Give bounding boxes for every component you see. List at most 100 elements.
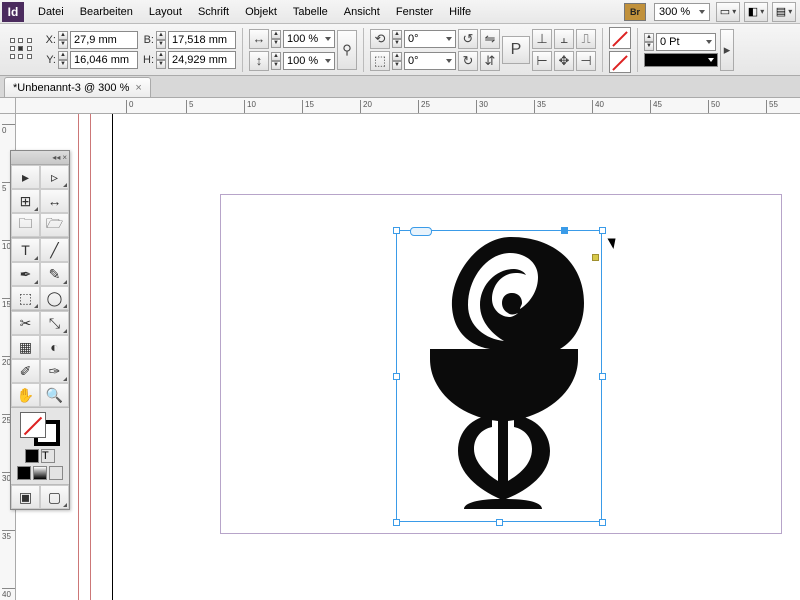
w-spinner[interactable]: ▲▼	[156, 31, 166, 49]
selection-handle[interactable]	[599, 373, 606, 380]
align-5-button[interactable]: ✥	[554, 51, 574, 71]
x-input[interactable]: 27,9 mm	[70, 31, 138, 49]
fill-color-icon[interactable]	[20, 412, 46, 438]
gap-tool[interactable]: ↔	[40, 189, 69, 213]
fill-swatch[interactable]	[609, 27, 631, 49]
line-tool[interactable]: ╱	[40, 238, 69, 262]
tools-panel[interactable]: ◂◂× ▸ ▹ ⊞ ↔ 🗀 🗁 T ╱ ✒ ✎ ⬚ ◯ ✂ ⤡ ▦ ◐ ✐ ✑ …	[10, 150, 70, 510]
zoom-tool[interactable]: 🔍	[40, 383, 69, 407]
selection-tool[interactable]: ▸	[11, 165, 40, 189]
apply-gradient-button[interactable]	[33, 466, 47, 480]
selection-handle[interactable]	[599, 227, 606, 234]
y-input[interactable]: 16,046 mm	[70, 51, 138, 69]
apply-color-button[interactable]	[25, 449, 39, 463]
scale-y-input[interactable]: 100 %	[283, 52, 335, 70]
zoom-level-input[interactable]: 300 %	[654, 3, 710, 21]
guide-line[interactable]	[78, 114, 79, 600]
close-icon[interactable]: ×	[62, 153, 67, 162]
h-spinner[interactable]: ▲▼	[156, 51, 166, 69]
live-corner-handle[interactable]	[592, 254, 599, 261]
direct-selection-tool[interactable]: ▹	[40, 165, 69, 189]
menu-tabelle[interactable]: Tabelle	[285, 0, 336, 24]
controlbar-menu-button[interactable]: ▸	[720, 29, 734, 71]
apply-none-button[interactable]	[49, 466, 63, 480]
selection-handle[interactable]	[393, 227, 400, 234]
gradient-feather-tool[interactable]: ◐	[40, 335, 69, 359]
scissors-tool[interactable]: ✂	[11, 311, 40, 335]
menu-objekt[interactable]: Objekt	[237, 0, 285, 24]
rectangle-frame-tool[interactable]: ⬚	[11, 286, 40, 310]
eyedropper-tool[interactable]: ✑	[40, 359, 69, 383]
free-transform-tool[interactable]: ⤡	[40, 311, 69, 335]
selection-handle[interactable]	[393, 519, 400, 526]
rotate-input[interactable]: 0°	[404, 30, 456, 48]
ruler-corner[interactable]	[0, 98, 16, 114]
stroke-weight-input[interactable]: 0 Pt	[656, 33, 716, 51]
menu-bearbeiten[interactable]: Bearbeiten	[72, 0, 141, 24]
stroke-style-input[interactable]	[644, 53, 718, 67]
selection-handle[interactable]	[561, 227, 568, 234]
gradient-swatch-tool[interactable]: ▦	[11, 335, 40, 359]
shear-input[interactable]: 0°	[404, 52, 456, 70]
bridge-button[interactable]: Br	[624, 3, 646, 21]
flip-v-button[interactable]: ⇵	[480, 51, 500, 71]
align-2-button[interactable]: ⫠	[554, 29, 574, 49]
anchor-badge-icon[interactable]	[410, 227, 432, 236]
h-input[interactable]: 24,929 mm	[168, 51, 236, 69]
rotate-spinner[interactable]: ▲▼	[392, 30, 402, 48]
content-placer-tool[interactable]: 🗁	[40, 213, 69, 237]
horizontal-ruler[interactable]: 0 5 10 15 20 25 30 35 40 45 50 55	[16, 98, 800, 114]
selection-handle[interactable]	[496, 519, 503, 526]
selection-handle[interactable]	[599, 519, 606, 526]
shear-spinner[interactable]: ▲▼	[392, 52, 402, 70]
selection-handle[interactable]	[393, 373, 400, 380]
scale-x-input[interactable]: 100 %	[283, 30, 335, 48]
w-input[interactable]: 17,518 mm	[168, 31, 236, 49]
content-collector-tool[interactable]: 🗀	[11, 213, 40, 237]
document-tab[interactable]: *Unbenannt-3 @ 300 % ×	[4, 77, 151, 97]
align-3-button[interactable]: ⎍	[576, 29, 596, 49]
panel-titlebar[interactable]: ◂◂×	[11, 151, 69, 165]
menu-layout[interactable]: Layout	[141, 0, 190, 24]
type-tool[interactable]: T	[11, 238, 40, 262]
menu-ansicht[interactable]: Ansicht	[336, 0, 388, 24]
pen-tool[interactable]: ✒	[11, 262, 40, 286]
stroke-swatch[interactable]	[609, 51, 631, 73]
stroke-weight-spinner[interactable]: ▲▼	[644, 33, 654, 51]
ellipse-tool[interactable]: ◯	[40, 286, 69, 310]
workspace-button[interactable]: ▤▾	[772, 2, 796, 22]
page-tool[interactable]: ⊞	[11, 189, 40, 213]
scale-x-spinner[interactable]: ▲▼	[271, 30, 281, 48]
x-spinner[interactable]: ▲▼	[58, 31, 68, 49]
apply-black-button[interactable]	[17, 466, 31, 480]
align-4-button[interactable]: ⊢	[532, 51, 552, 71]
arrange-button[interactable]: ◧▾	[744, 2, 768, 22]
note-tool[interactable]: ✐	[11, 359, 40, 383]
menu-fenster[interactable]: Fenster	[388, 0, 441, 24]
rotate-cw-button[interactable]: ↻	[458, 51, 478, 71]
view-mode-preview[interactable]: ▢	[40, 485, 69, 509]
align-1-button[interactable]: ⊥	[532, 29, 552, 49]
align-6-button[interactable]: ⊣	[576, 51, 596, 71]
collapse-icon[interactable]: ◂◂	[52, 153, 60, 162]
screen-mode-button[interactable]: ▭▾	[716, 2, 740, 22]
canvas[interactable]	[16, 114, 800, 600]
menu-datei[interactable]: Datei	[30, 0, 72, 24]
selection-frame[interactable]	[396, 230, 602, 522]
scale-y-spinner[interactable]: ▲▼	[271, 52, 281, 70]
menu-hilfe[interactable]: Hilfe	[441, 0, 479, 24]
select-container-button[interactable]: P	[502, 36, 530, 64]
flip-h-button[interactable]: ⇋	[480, 29, 500, 49]
menu-schrift[interactable]: Schrift	[190, 0, 237, 24]
pencil-tool[interactable]: ✎	[40, 262, 69, 286]
fill-stroke-swatch[interactable]	[20, 412, 60, 446]
formatting-text-button[interactable]: T	[41, 449, 55, 463]
view-mode-normal[interactable]: ▣	[11, 485, 40, 509]
close-icon[interactable]: ×	[135, 82, 141, 94]
guide-line[interactable]	[90, 114, 91, 600]
constrain-scale-icon[interactable]: ⚲	[337, 30, 357, 70]
y-spinner[interactable]: ▲▼	[58, 51, 68, 69]
hand-tool[interactable]: ✋	[11, 383, 40, 407]
rotate-ccw-button[interactable]: ↺	[458, 29, 478, 49]
reference-point-widget[interactable]	[10, 38, 34, 62]
